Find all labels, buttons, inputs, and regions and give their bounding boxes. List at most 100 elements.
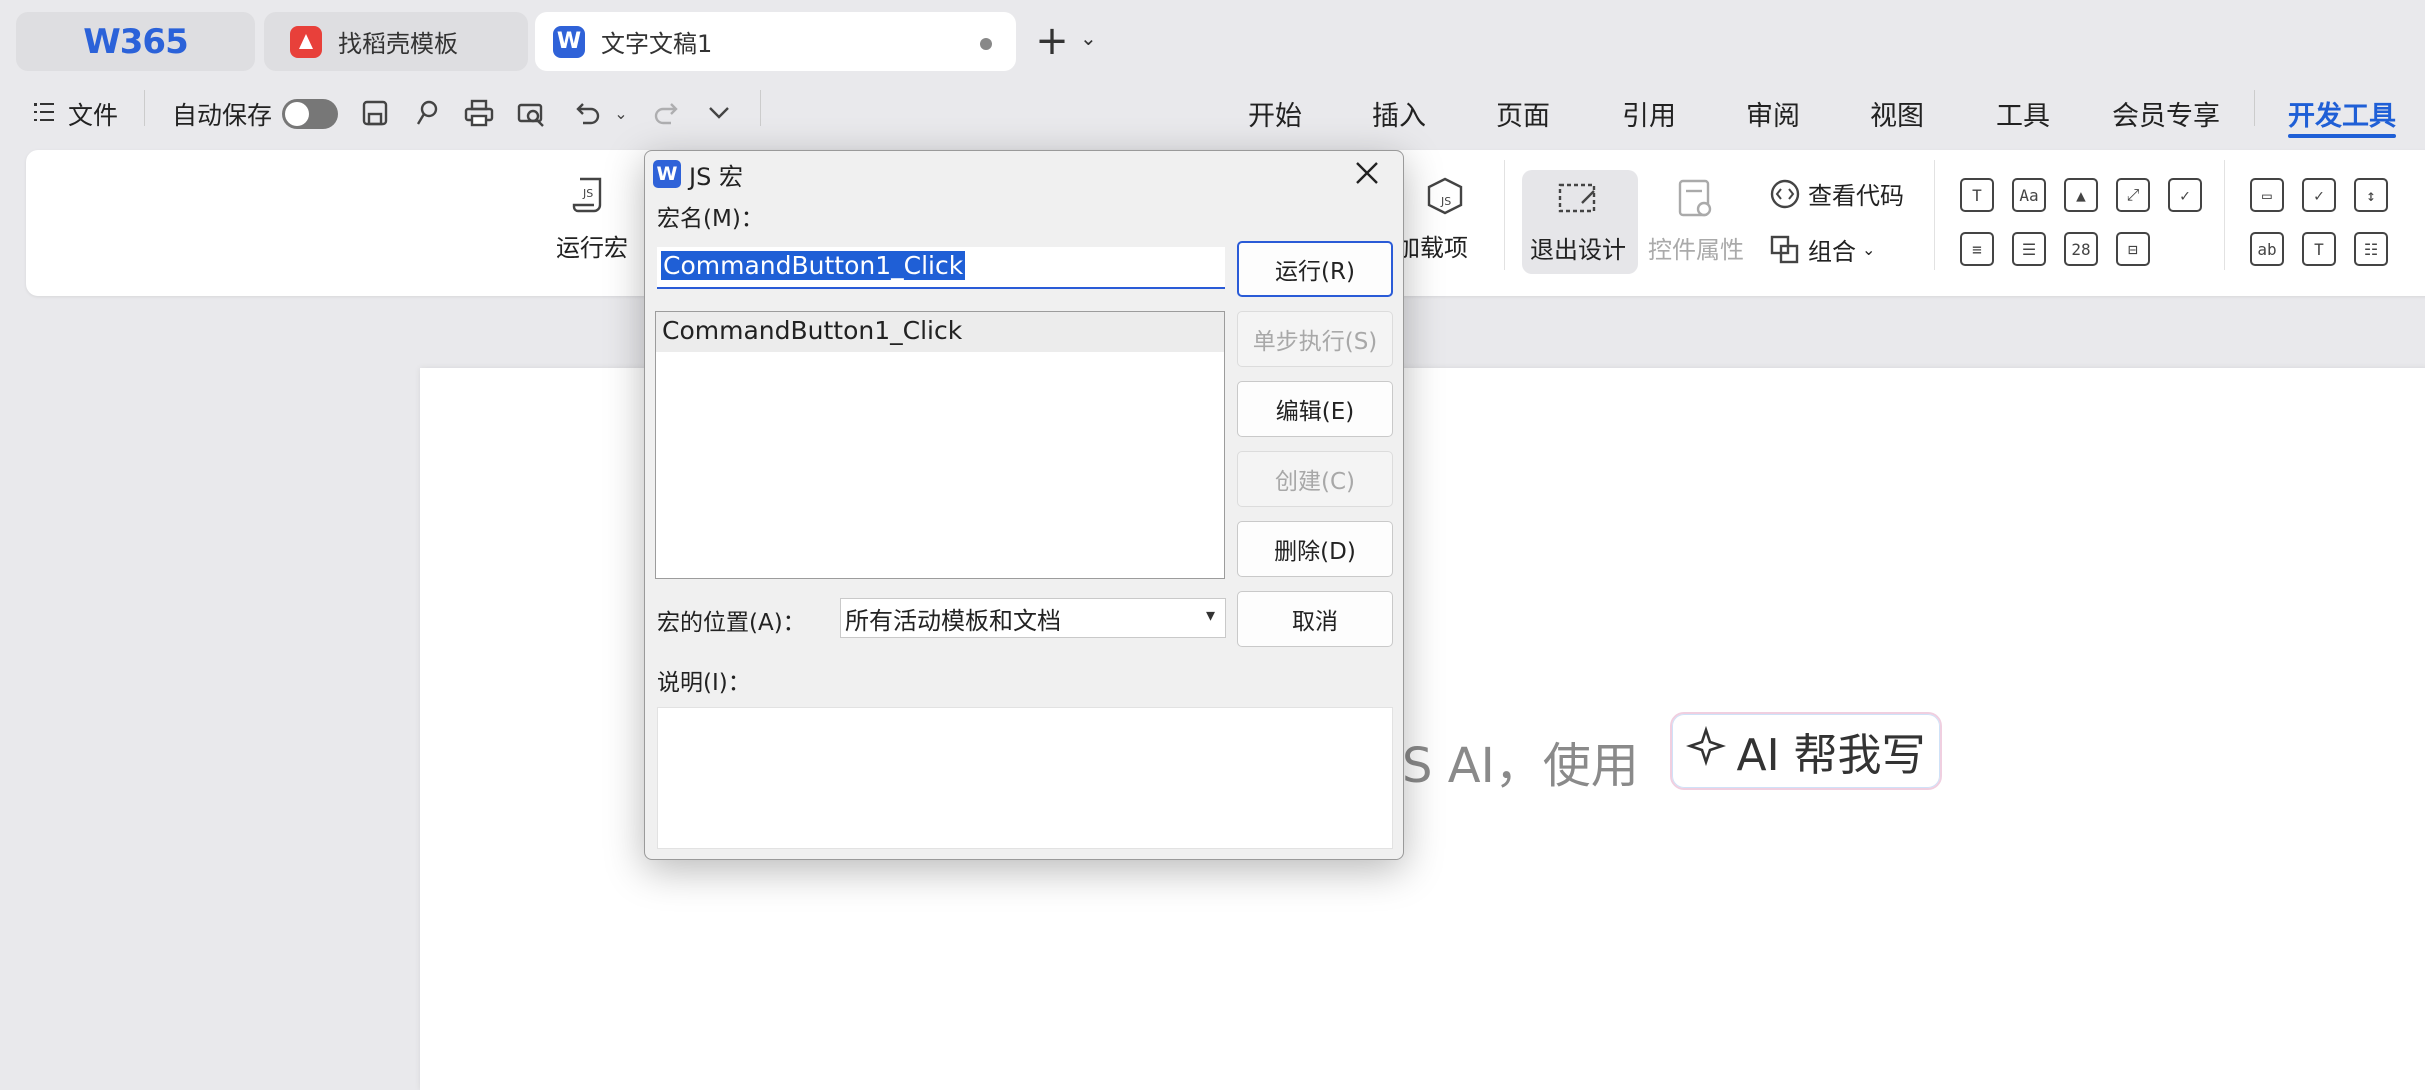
design-mode-icon xyxy=(1555,176,1601,222)
menu-tools[interactable]: 工具 xyxy=(1996,94,2050,133)
exit-design-button[interactable]: 退出设计 xyxy=(1530,176,1626,265)
list-control-icon[interactable]: ☷ xyxy=(2354,232,2388,266)
undo-icon[interactable] xyxy=(570,96,604,130)
run-button[interactable]: 运行(R) xyxy=(1237,241,1393,297)
picture-control-icon[interactable]: ▲ xyxy=(2064,178,2098,212)
button-control-icon[interactable]: ▭ xyxy=(2250,178,2284,212)
label-control-icon[interactable]: ab xyxy=(2250,232,2284,266)
chevron-down-icon[interactable]: ⌄ xyxy=(1080,26,1097,50)
menu-lines-icon xyxy=(34,100,54,129)
addin-cube-icon: JS xyxy=(1422,174,1468,220)
menu-reference[interactable]: 引用 xyxy=(1622,94,1676,133)
more-chevron-icon[interactable] xyxy=(702,96,736,130)
undo-dropdown-icon[interactable]: ⌄ xyxy=(604,96,638,130)
menu-developer[interactable]: 开发工具 xyxy=(2288,94,2396,133)
divider xyxy=(2254,90,2255,126)
description-box xyxy=(657,707,1393,849)
divider xyxy=(1504,160,1505,270)
combobox-control-icon[interactable]: ≡ xyxy=(1960,232,1994,266)
group-button[interactable]: 组合 ⌄ xyxy=(1768,232,1875,267)
repeating-section-control-icon[interactable]: ⊟ xyxy=(2116,232,2150,266)
docer-icon xyxy=(290,25,322,58)
group-label: 组合 xyxy=(1808,238,1856,266)
addins-label: 加载项 xyxy=(1396,234,1468,262)
macro-name-value: CommandButton1_Click xyxy=(661,251,966,280)
tab-strip: W365 找稻壳模板 W 文字文稿1 + ⌄ xyxy=(0,0,2425,78)
control-properties-button[interactable]: 控件属性 xyxy=(1648,176,1744,265)
divider xyxy=(1934,160,1935,270)
tab-document[interactable]: W 文字文稿1 xyxy=(535,12,1016,71)
macro-name-input[interactable]: CommandButton1_Click xyxy=(657,247,1225,289)
building-block-control-icon[interactable]: ⤢ xyxy=(2116,178,2150,212)
svg-text:JS: JS xyxy=(582,187,593,200)
code-icon xyxy=(1768,177,1802,211)
control-properties-label: 控件属性 xyxy=(1648,236,1744,264)
unsaved-dot-icon[interactable] xyxy=(980,38,992,50)
w365-logo: W365 xyxy=(83,21,188,62)
print-preview-icon[interactable] xyxy=(514,96,548,130)
divider xyxy=(760,90,761,126)
dropdown-control-icon[interactable]: ☰ xyxy=(2012,232,2046,266)
writer-icon: W xyxy=(553,25,585,58)
checkbox-control-icon[interactable]: ✓ xyxy=(2168,178,2202,212)
svg-text:JS: JS xyxy=(1440,195,1451,208)
js-macro-dialog: W JS 宏 宏名(M)： CommandButton1_Click Comma… xyxy=(644,150,1404,860)
step-button[interactable]: 单步执行(S) xyxy=(1237,311,1393,367)
new-tab-button[interactable]: + xyxy=(1030,18,1074,64)
menu-review[interactable]: 审阅 xyxy=(1746,94,1800,133)
tab-document-label: 文字文稿1 xyxy=(601,30,713,58)
exit-design-label: 退出设计 xyxy=(1530,236,1626,264)
menu-page[interactable]: 页面 xyxy=(1496,94,1550,133)
view-code-button[interactable]: 查看代码 xyxy=(1768,176,1904,211)
menu-vip[interactable]: 会员专享 xyxy=(2112,94,2220,133)
macro-name-label: 宏名(M)： xyxy=(657,206,764,232)
sparkle-icon xyxy=(1686,725,1727,777)
group-icon xyxy=(1768,233,1802,267)
richtext-control-icon[interactable]: Aa xyxy=(2012,178,2046,212)
textfield-control-icon[interactable]: T xyxy=(2302,232,2336,266)
print-icon[interactable] xyxy=(462,96,496,130)
format-painter-icon[interactable] xyxy=(410,96,444,130)
dialog-title: JS 宏 xyxy=(689,162,743,191)
ai-write-label: AI 帮我写 xyxy=(1736,730,1926,781)
spin-control-icon[interactable]: ↕ xyxy=(2354,178,2388,212)
delete-button[interactable]: 删除(D) xyxy=(1237,521,1393,577)
textbox-control-icon[interactable]: T xyxy=(1960,178,1994,212)
check-control-icon[interactable]: ✓ xyxy=(2302,178,2336,212)
quick-toolbar: 文件 自动保存 ⌄ xyxy=(0,84,2425,140)
ai-write-button[interactable]: AI 帮我写 xyxy=(1670,712,1942,790)
file-menu-label: 文件 xyxy=(68,101,119,130)
writer-logo-icon: W xyxy=(653,160,681,188)
tab-template[interactable]: 找稻壳模板 xyxy=(264,12,528,71)
cancel-button[interactable]: 取消 xyxy=(1237,591,1393,647)
dialog-titlebar[interactable]: W JS 宏 xyxy=(645,151,1403,197)
autosave-toggle[interactable] xyxy=(282,99,339,129)
divider xyxy=(2224,160,2225,270)
close-icon[interactable] xyxy=(1347,155,1387,195)
autosave: 自动保存 xyxy=(172,96,339,132)
menu-insert[interactable]: 插入 xyxy=(1372,94,1426,133)
file-menu-button[interactable]: 文件 xyxy=(34,96,118,132)
chevron-down-icon: ⌄ xyxy=(1862,240,1876,259)
divider xyxy=(144,90,145,126)
description-label: 说明(I)： xyxy=(657,670,751,696)
menu-start[interactable]: 开始 xyxy=(1248,94,1302,133)
date-control-icon[interactable]: 28 xyxy=(2064,232,2098,266)
autosave-label: 自动保存 xyxy=(172,101,273,130)
control-properties-icon xyxy=(1673,176,1719,222)
redo-icon[interactable] xyxy=(650,96,684,130)
edit-button[interactable]: 编辑(E) xyxy=(1237,381,1393,437)
create-button[interactable]: 创建(C) xyxy=(1237,451,1393,507)
run-macro-button[interactable]: JS 运行宏 xyxy=(556,174,628,263)
home-tab[interactable]: W365 xyxy=(16,12,255,71)
view-code-label: 查看代码 xyxy=(1808,182,1904,210)
menu-view[interactable]: 视图 xyxy=(1870,94,1924,133)
list-item[interactable]: CommandButton1_Click xyxy=(656,312,1224,352)
macro-list[interactable]: CommandButton1_Click xyxy=(655,311,1225,579)
addins-button[interactable]: JS 加载项 xyxy=(1396,174,1468,263)
ai-hint-text: S AI，使用 xyxy=(1402,738,1639,794)
active-menu-underline xyxy=(2288,134,2396,138)
macro-location-select[interactable]: 所有活动模板和文档 ▾ xyxy=(840,598,1226,638)
save-icon[interactable] xyxy=(358,96,392,130)
js-macro-icon: JS xyxy=(569,174,615,220)
